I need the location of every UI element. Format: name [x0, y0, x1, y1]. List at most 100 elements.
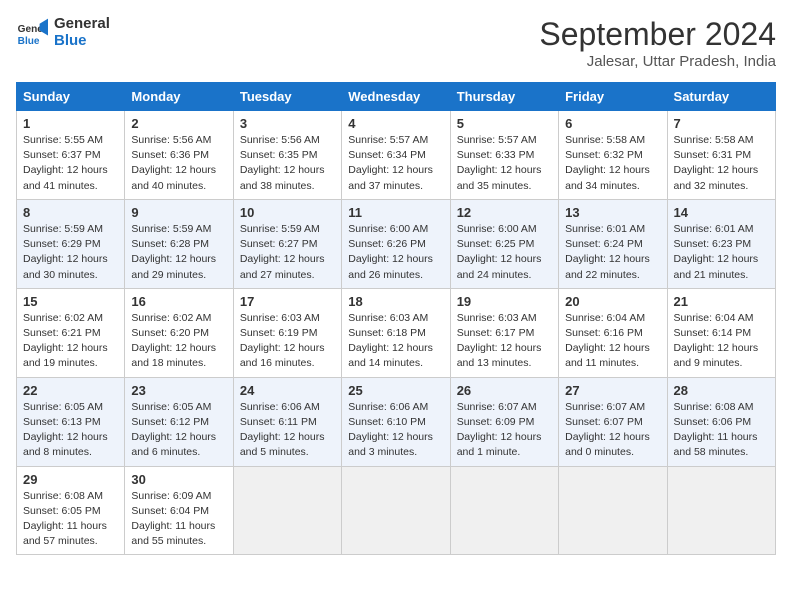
day-number: 12 — [457, 205, 552, 220]
day-number: 28 — [674, 383, 769, 398]
day-info: Sunrise: 5:59 AM Sunset: 6:28 PM Dayligh… — [131, 222, 226, 283]
day-number: 5 — [457, 116, 552, 131]
calendar-day-header: Monday — [125, 83, 233, 111]
day-info: Sunrise: 6:02 AM Sunset: 6:21 PM Dayligh… — [23, 311, 118, 372]
day-info: Sunrise: 5:59 AM Sunset: 6:29 PM Dayligh… — [23, 222, 118, 283]
calendar-day-header: Tuesday — [233, 83, 341, 111]
day-number: 4 — [348, 116, 443, 131]
calendar-cell — [450, 466, 558, 555]
calendar-cell: 21Sunrise: 6:04 AM Sunset: 6:14 PM Dayli… — [667, 288, 775, 377]
day-info: Sunrise: 5:58 AM Sunset: 6:31 PM Dayligh… — [674, 133, 769, 194]
calendar-cell: 23 Sunrise: 6:05 AM Sunset: 6:12 PM Dayli… — [125, 377, 233, 466]
calendar-cell: 2 Sunrise: 5:56 AM Sunset: 6:36 PM Daylig… — [125, 111, 233, 200]
day-number: 22 — [23, 383, 118, 398]
calendar-cell — [233, 466, 341, 555]
calendar-cell: 19 Sunrise: 6:03 AM Sunset: 6:17 PM Dayli… — [450, 288, 558, 377]
day-info: Sunrise: 6:00 AM Sunset: 6:26 PM Dayligh… — [348, 222, 443, 283]
calendar-cell: 12 Sunrise: 6:00 AM Sunset: 6:25 PM Dayli… — [450, 199, 558, 288]
calendar-cell: 13Sunrise: 6:01 AM Sunset: 6:24 PM Dayli… — [559, 199, 667, 288]
calendar-cell — [667, 466, 775, 555]
day-info: Sunrise: 5:57 AM Sunset: 6:33 PM Dayligh… — [457, 133, 552, 194]
day-number: 23 — [131, 383, 226, 398]
calendar-week-row: 1Sunrise: 5:55 AM Sunset: 6:37 PM Daylig… — [17, 111, 776, 200]
day-info: Sunrise: 6:03 AM Sunset: 6:17 PM Dayligh… — [457, 311, 552, 372]
calendar-cell: 14 Sunrise: 6:01 AM Sunset: 6:23 PM Dayli… — [667, 199, 775, 288]
day-number: 6 — [565, 116, 660, 131]
day-number: 9 — [131, 205, 226, 220]
day-number: 29 — [23, 472, 118, 487]
calendar-cell: 11 Sunrise: 6:00 AM Sunset: 6:26 PM Dayli… — [342, 199, 450, 288]
day-info: Sunrise: 6:05 AM Sunset: 6:13 PM Dayligh… — [23, 400, 118, 461]
day-info: Sunrise: 5:56 AM Sunset: 6:36 PM Dayligh… — [131, 133, 226, 194]
day-info: Sunrise: 5:57 AM Sunset: 6:34 PM Dayligh… — [348, 133, 443, 194]
calendar-day-header: Sunday — [17, 83, 125, 111]
day-number: 24 — [240, 383, 335, 398]
day-info: Sunrise: 6:00 AM Sunset: 6:25 PM Dayligh… — [457, 222, 552, 283]
day-info: Sunrise: 6:08 AM Sunset: 6:05 PM Dayligh… — [23, 489, 118, 550]
day-number: 2 — [131, 116, 226, 131]
day-number: 18 — [348, 294, 443, 309]
day-info: Sunrise: 6:04 AM Sunset: 6:16 PM Dayligh… — [565, 311, 660, 372]
month-title: September 2024 — [539, 16, 776, 53]
day-number: 17 — [240, 294, 335, 309]
day-number: 16 — [131, 294, 226, 309]
calendar-cell: 29 Sunrise: 6:08 AM Sunset: 6:05 PM Dayli… — [17, 466, 125, 555]
day-info: Sunrise: 6:09 AM Sunset: 6:04 PM Dayligh… — [131, 489, 226, 550]
logo-icon: General Blue — [16, 17, 48, 49]
calendar-header-row: SundayMondayTuesdayWednesdayThursdayFrid… — [17, 83, 776, 111]
calendar-cell: 30 Sunrise: 6:09 AM Sunset: 6:04 PM Dayli… — [125, 466, 233, 555]
logo-general: General — [54, 16, 110, 33]
calendar-day-header: Thursday — [450, 83, 558, 111]
day-info: Sunrise: 6:02 AM Sunset: 6:20 PM Dayligh… — [131, 311, 226, 372]
day-number: 13 — [565, 205, 660, 220]
day-number: 10 — [240, 205, 335, 220]
calendar-cell: 15 Sunrise: 6:02 AM Sunset: 6:21 PM Dayli… — [17, 288, 125, 377]
calendar-cell: 27 Sunrise: 6:07 AM Sunset: 6:07 PM Dayli… — [559, 377, 667, 466]
day-info: Sunrise: 6:03 AM Sunset: 6:19 PM Dayligh… — [240, 311, 335, 372]
calendar-cell: 3Sunrise: 5:56 AM Sunset: 6:35 PM Daylig… — [233, 111, 341, 200]
day-info: Sunrise: 6:07 AM Sunset: 6:07 PM Dayligh… — [565, 400, 660, 461]
calendar-cell: 22 Sunrise: 6:05 AM Sunset: 6:13 PM Dayli… — [17, 377, 125, 466]
day-info: Sunrise: 6:04 AM Sunset: 6:14 PM Dayligh… — [674, 311, 769, 372]
calendar-cell — [342, 466, 450, 555]
day-number: 8 — [23, 205, 118, 220]
calendar-cell: 9 Sunrise: 5:59 AM Sunset: 6:28 PM Daylig… — [125, 199, 233, 288]
calendar-cell: 1Sunrise: 5:55 AM Sunset: 6:37 PM Daylig… — [17, 111, 125, 200]
calendar-cell: 24 Sunrise: 6:06 AM Sunset: 6:11 PM Dayli… — [233, 377, 341, 466]
day-info: Sunrise: 6:05 AM Sunset: 6:12 PM Dayligh… — [131, 400, 226, 461]
day-info: Sunrise: 5:55 AM Sunset: 6:37 PM Dayligh… — [23, 133, 118, 194]
day-number: 19 — [457, 294, 552, 309]
calendar-cell: 25 Sunrise: 6:06 AM Sunset: 6:10 PM Dayli… — [342, 377, 450, 466]
day-number: 27 — [565, 383, 660, 398]
page-header: General Blue General Blue September 2024… — [16, 16, 776, 70]
day-number: 15 — [23, 294, 118, 309]
calendar-week-row: 22 Sunrise: 6:05 AM Sunset: 6:13 PM Dayli… — [17, 377, 776, 466]
calendar-cell: 7 Sunrise: 5:58 AM Sunset: 6:31 PM Daylig… — [667, 111, 775, 200]
calendar-day-header: Friday — [559, 83, 667, 111]
day-info: Sunrise: 6:07 AM Sunset: 6:09 PM Dayligh… — [457, 400, 552, 461]
calendar-cell: 6Sunrise: 5:58 AM Sunset: 6:32 PM Daylig… — [559, 111, 667, 200]
day-info: Sunrise: 6:08 AM Sunset: 6:06 PM Dayligh… — [674, 400, 769, 461]
day-number: 26 — [457, 383, 552, 398]
day-info: Sunrise: 6:01 AM Sunset: 6:23 PM Dayligh… — [674, 222, 769, 283]
calendar-cell: 28 Sunrise: 6:08 AM Sunset: 6:06 PM Dayli… — [667, 377, 775, 466]
day-number: 11 — [348, 205, 443, 220]
day-info: Sunrise: 6:03 AM Sunset: 6:18 PM Dayligh… — [348, 311, 443, 372]
day-number: 25 — [348, 383, 443, 398]
day-info: Sunrise: 5:59 AM Sunset: 6:27 PM Dayligh… — [240, 222, 335, 283]
calendar-day-header: Saturday — [667, 83, 775, 111]
day-info: Sunrise: 6:06 AM Sunset: 6:10 PM Dayligh… — [348, 400, 443, 461]
day-number: 7 — [674, 116, 769, 131]
calendar-body: 1Sunrise: 5:55 AM Sunset: 6:37 PM Daylig… — [17, 111, 776, 555]
calendar-cell: 18 Sunrise: 6:03 AM Sunset: 6:18 PM Dayli… — [342, 288, 450, 377]
svg-text:Blue: Blue — [18, 35, 40, 46]
logo: General Blue General Blue — [16, 16, 110, 49]
calendar-cell: 5 Sunrise: 5:57 AM Sunset: 6:33 PM Daylig… — [450, 111, 558, 200]
day-info: Sunrise: 5:56 AM Sunset: 6:35 PM Dayligh… — [240, 133, 335, 194]
day-number: 14 — [674, 205, 769, 220]
day-info: Sunrise: 6:06 AM Sunset: 6:11 PM Dayligh… — [240, 400, 335, 461]
calendar-cell: 4 Sunrise: 5:57 AM Sunset: 6:34 PM Daylig… — [342, 111, 450, 200]
calendar-week-row: 8 Sunrise: 5:59 AM Sunset: 6:29 PM Daylig… — [17, 199, 776, 288]
day-number: 30 — [131, 472, 226, 487]
calendar-week-row: 15 Sunrise: 6:02 AM Sunset: 6:21 PM Dayli… — [17, 288, 776, 377]
